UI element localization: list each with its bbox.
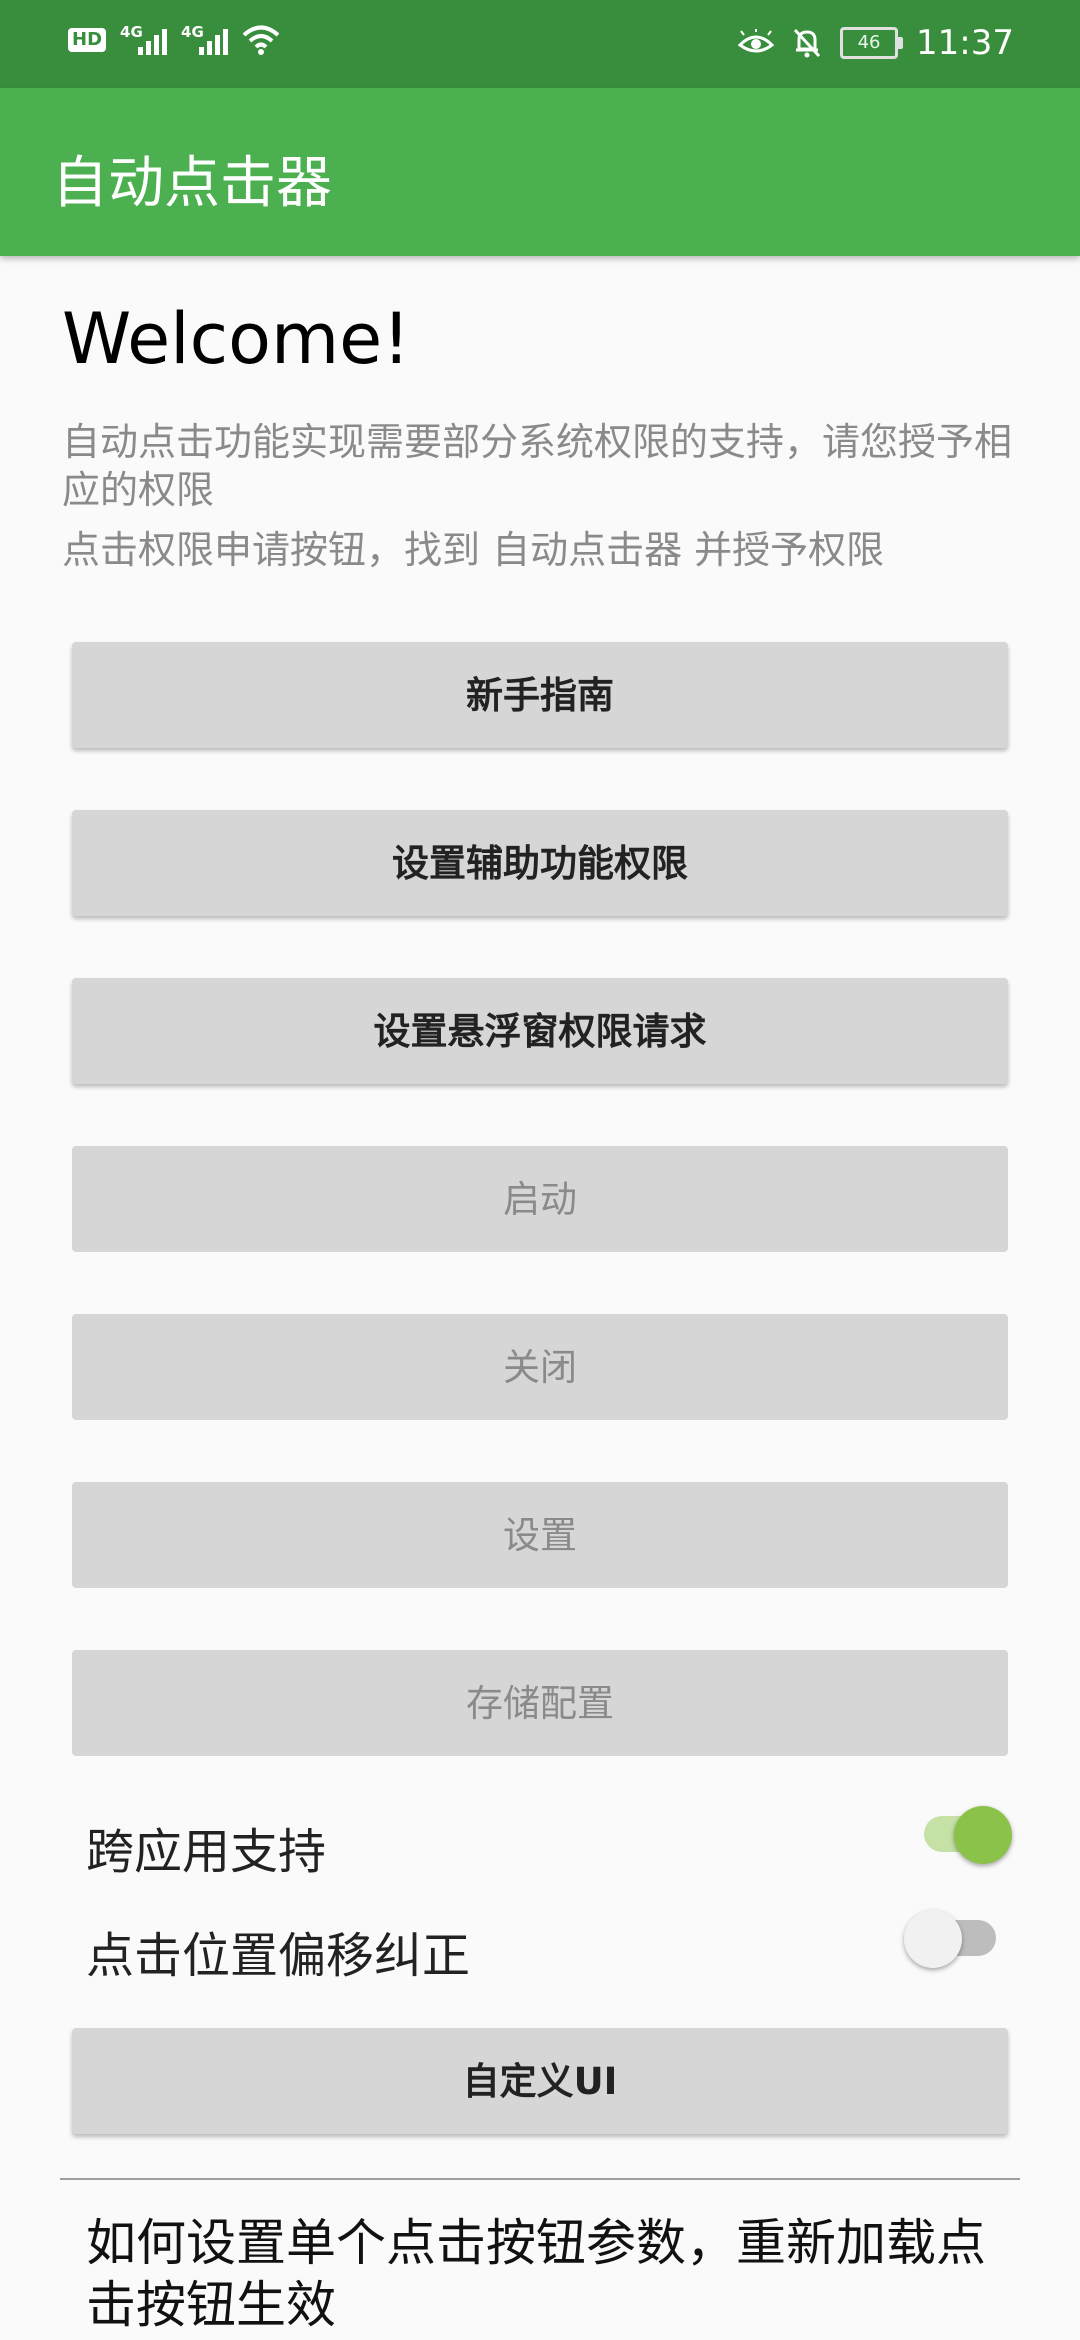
status-bar: HD 4G 4G 46 11:37	[0, 0, 1080, 88]
guide-button[interactable]: 新手指南	[72, 642, 1008, 748]
network-type-label: 4G	[120, 23, 143, 41]
status-right: 46 11:37	[738, 18, 1014, 68]
help-link[interactable]: 如何设置单个点击按钮参数，重新加载点击按钮生效	[86, 2212, 1026, 2336]
switch-knob	[904, 1910, 962, 1968]
status-time: 11:37	[916, 23, 1014, 63]
offset-fix-switch[interactable]	[904, 1910, 996, 1968]
settings-button[interactable]: 设置	[72, 1482, 1008, 1588]
battery-icon: 46	[840, 27, 904, 59]
permission-instruction: 点击权限申请按钮，找到 自动点击器 并授予权限	[62, 528, 885, 572]
welcome-heading: Welcome!	[62, 298, 411, 380]
offset-fix-row: 点击位置偏移纠正	[86, 1910, 996, 1984]
start-button[interactable]: 启动	[72, 1146, 1008, 1252]
switch-knob	[954, 1806, 1012, 1864]
signal-icon: 4G	[120, 23, 168, 55]
custom-ui-button[interactable]: 自定义UI	[72, 2028, 1008, 2134]
cross-app-label: 跨应用支持	[86, 1824, 327, 1880]
overlay-permission-button[interactable]: 设置悬浮窗权限请求	[72, 978, 1008, 1084]
app-title: 自动点击器	[52, 151, 332, 216]
wifi-icon	[242, 25, 280, 55]
stop-button[interactable]: 关闭	[72, 1314, 1008, 1420]
status-left: HD 4G 4G	[68, 23, 280, 56]
save-config-button[interactable]: 存储配置	[72, 1650, 1008, 1756]
network-type-label: 4G	[181, 23, 204, 41]
bell-muted-icon	[793, 28, 821, 58]
accessibility-permission-button[interactable]: 设置辅助功能权限	[72, 810, 1008, 916]
permission-description: 自动点击功能实现需要部分系统权限的支持，请您授予相应的权限	[62, 420, 1013, 512]
offset-fix-label: 点击位置偏移纠正	[86, 1928, 471, 1984]
app-bar: 自动点击器	[0, 88, 1080, 256]
eye-icon	[738, 29, 775, 53]
divider	[60, 2178, 1020, 2180]
hd-icon: HD	[68, 28, 107, 52]
cross-app-switch[interactable]	[924, 1806, 1012, 1864]
cross-app-row: 跨应用支持	[86, 1806, 1012, 1880]
signal-icon: 4G	[181, 23, 229, 55]
